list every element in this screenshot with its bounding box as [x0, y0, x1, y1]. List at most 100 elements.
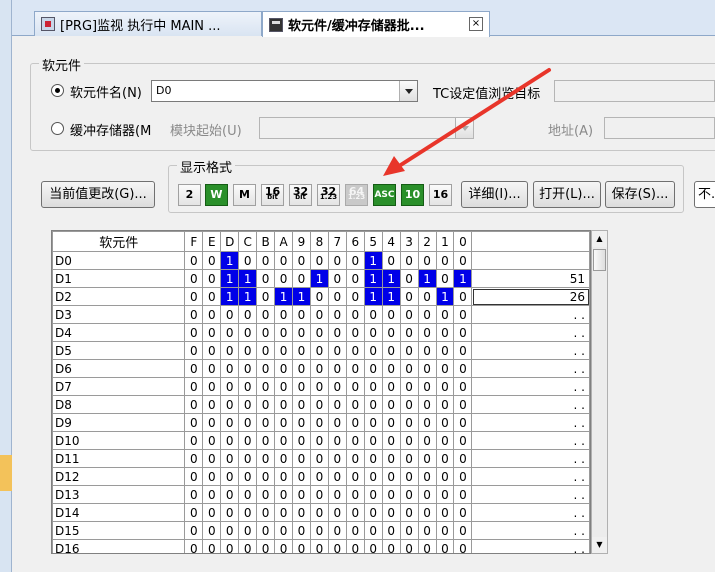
- value-cell[interactable]: . .: [471, 467, 590, 486]
- bit-cell[interactable]: 0: [292, 485, 311, 504]
- bit-cell[interactable]: 0: [220, 485, 240, 504]
- table-row[interactable]: D4 0 0 0 0 0 0 0 0 0 0 0 0 0 0 0 0. .: [52, 323, 590, 342]
- table-row[interactable]: D13 0 0 0 0 0 0 0 0 0 0 0 0 0 0 0 0. .: [52, 485, 590, 504]
- table-row[interactable]: D0 0 0 1 0 0 0 0 0 0 0 1 0 0 0 0 0: [52, 251, 590, 270]
- bit-cell[interactable]: 0: [345, 323, 365, 342]
- bit-cell[interactable]: 1: [381, 287, 401, 306]
- bit-cell[interactable]: 0: [202, 503, 222, 522]
- chevron-down-icon[interactable]: [455, 118, 473, 138]
- bit-cell[interactable]: 0: [256, 467, 276, 486]
- bit-cell[interactable]: 0: [345, 449, 365, 468]
- bit-cell[interactable]: 0: [453, 251, 473, 270]
- device-name-radio[interactable]: [51, 84, 64, 97]
- bit-cell[interactable]: 0: [435, 485, 455, 504]
- bit-cell[interactable]: 1: [220, 251, 240, 270]
- bit-cell[interactable]: 0: [292, 467, 311, 486]
- bit-cell[interactable]: 0: [274, 251, 294, 270]
- bit-cell[interactable]: 0: [309, 449, 329, 468]
- bit-cell[interactable]: 0: [202, 305, 222, 324]
- bit-cell[interactable]: 0: [345, 377, 365, 396]
- bit-cell[interactable]: 0: [453, 341, 473, 360]
- bit-cell[interactable]: 0: [399, 269, 419, 288]
- bit-cell[interactable]: 0: [453, 323, 473, 342]
- bit-cell[interactable]: 0: [274, 539, 294, 553]
- bit-cell[interactable]: 1: [453, 269, 473, 288]
- bit-cell[interactable]: 0: [453, 449, 473, 468]
- bit-cell[interactable]: 0: [256, 359, 276, 378]
- vertical-scrollbar[interactable]: ▲ ▼: [591, 230, 608, 554]
- bit-cell[interactable]: 0: [309, 413, 329, 432]
- bit-cell[interactable]: 0: [381, 431, 401, 450]
- open-button[interactable]: 打开(L)...: [533, 181, 601, 208]
- bit-cell[interactable]: 0: [345, 503, 365, 522]
- bit-cell[interactable]: 0: [435, 539, 455, 553]
- bit-cell[interactable]: 0: [292, 431, 311, 450]
- bit-cell[interactable]: 0: [184, 449, 204, 468]
- bit-cell[interactable]: 0: [220, 431, 240, 450]
- bit-cell[interactable]: 1: [363, 287, 383, 306]
- bit-cell[interactable]: 0: [417, 377, 437, 396]
- bit-cell[interactable]: 0: [345, 413, 365, 432]
- table-row[interactable]: D15 0 0 0 0 0 0 0 0 0 0 0 0 0 0 0 0. .: [52, 521, 590, 540]
- bit-cell[interactable]: 0: [274, 503, 294, 522]
- bit-cell[interactable]: 0: [309, 359, 329, 378]
- bit-cell[interactable]: 0: [417, 359, 437, 378]
- close-tab-button[interactable]: ×: [469, 17, 483, 31]
- bit-cell[interactable]: 0: [381, 521, 401, 540]
- bit-cell[interactable]: 0: [435, 377, 455, 396]
- bit-cell[interactable]: 0: [184, 341, 204, 360]
- bit-cell[interactable]: 0: [417, 251, 437, 270]
- bit-cell[interactable]: 0: [184, 395, 204, 414]
- bit-cell[interactable]: 0: [292, 377, 311, 396]
- table-row[interactable]: D12 0 0 0 0 0 0 0 0 0 0 0 0 0 0 0 0. .: [52, 467, 590, 486]
- module-start-combo[interactable]: [259, 117, 474, 139]
- bit-cell[interactable]: 0: [309, 305, 329, 324]
- table-row[interactable]: D5 0 0 0 0 0 0 0 0 0 0 0 0 0 0 0 0. .: [52, 341, 590, 360]
- bit-cell[interactable]: 0: [256, 305, 276, 324]
- table-row[interactable]: D9 0 0 0 0 0 0 0 0 0 0 0 0 0 0 0 0. .: [52, 413, 590, 432]
- bit-cell[interactable]: 0: [220, 449, 240, 468]
- device-name-combo[interactable]: D0: [151, 80, 418, 102]
- bit-cell[interactable]: 0: [399, 377, 419, 396]
- decimal-format-button[interactable]: 10: [401, 184, 424, 206]
- 32bit-int-button[interactable]: 32 bit: [289, 184, 312, 206]
- bit-cell[interactable]: 1: [238, 269, 258, 288]
- bit-cell[interactable]: 0: [220, 341, 240, 360]
- table-row[interactable]: D1 0 0 1 1 0 0 0 1 0 0 1 1 0 1 0 1 51: [52, 269, 590, 288]
- bit-cell[interactable]: 0: [274, 323, 294, 342]
- bit-cell[interactable]: 0: [399, 467, 419, 486]
- bit-cell[interactable]: 0: [309, 485, 329, 504]
- bit-cell[interactable]: 0: [309, 467, 329, 486]
- bit-cell[interactable]: 0: [327, 431, 347, 450]
- bit-cell[interactable]: 0: [256, 269, 276, 288]
- bit-cell[interactable]: 1: [435, 287, 455, 306]
- value-cell[interactable]: . .: [471, 503, 590, 522]
- bit-cell[interactable]: 0: [184, 431, 204, 450]
- bit-cell[interactable]: 0: [274, 467, 294, 486]
- bit-cell[interactable]: 0: [327, 395, 347, 414]
- bit-cell[interactable]: 0: [417, 467, 437, 486]
- bit-cell[interactable]: 0: [292, 359, 311, 378]
- 16bit-int-button[interactable]: 16 bit: [261, 184, 284, 206]
- bit-cell[interactable]: 0: [238, 377, 258, 396]
- bit-cell[interactable]: 0: [220, 467, 240, 486]
- bit-cell[interactable]: 0: [345, 269, 365, 288]
- bit-cell[interactable]: 0: [256, 485, 276, 504]
- table-row[interactable]: D10 0 0 0 0 0 0 0 0 0 0 0 0 0 0 0 0. .: [52, 431, 590, 450]
- bit-cell[interactable]: 0: [274, 395, 294, 414]
- bit-cell[interactable]: 0: [292, 251, 311, 270]
- bit-cell[interactable]: 0: [345, 359, 365, 378]
- bit-cell[interactable]: 1: [292, 287, 311, 306]
- bit-cell[interactable]: 0: [184, 287, 204, 306]
- bit-cell[interactable]: 0: [184, 467, 204, 486]
- bit-cell[interactable]: 0: [327, 323, 347, 342]
- value-cell[interactable]: . .: [471, 377, 590, 396]
- table-row[interactable]: D2 0 0 1 1 0 1 1 0 0 0 1 1 0 0 1 0 26: [52, 287, 590, 306]
- binary-format-button[interactable]: 2: [178, 184, 201, 206]
- chevron-down-icon[interactable]: [399, 81, 417, 101]
- bit-cell[interactable]: 0: [184, 377, 204, 396]
- bit-cell[interactable]: 0: [327, 485, 347, 504]
- bit-cell[interactable]: 0: [453, 413, 473, 432]
- bit-cell[interactable]: 0: [453, 395, 473, 414]
- bit-cell[interactable]: 0: [327, 251, 347, 270]
